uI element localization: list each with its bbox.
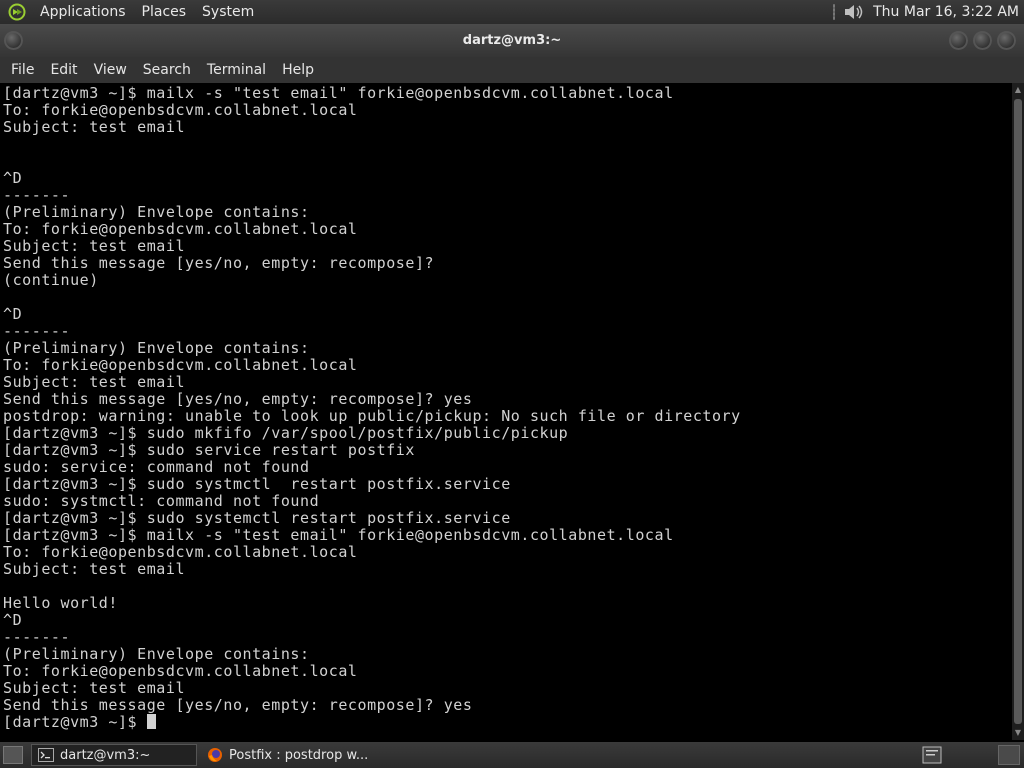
terminal-line: To: forkie@openbsdcvm.collabnet.local (3, 220, 358, 238)
terminal-line: ^D (3, 169, 23, 187)
terminal-line: (Preliminary) Envelope contains: (3, 203, 310, 221)
terminal-scrollbar[interactable]: ▲ ▼ (1012, 83, 1024, 740)
terminal-line: [dartz@vm3 ~]$ sudo systemctl restart po… (3, 509, 511, 527)
top-panel: Applications Places System Thu Mar 16, 3… (0, 0, 1024, 24)
terminal-line: (continue) (3, 271, 99, 289)
terminal-output[interactable]: [dartz@vm3 ~]$ mailx -s "test email" for… (0, 83, 1012, 740)
taskbar-item-terminal[interactable]: dartz@vm3:~ (31, 744, 197, 766)
notification-icon[interactable] (922, 746, 942, 764)
terminal-line: Subject: test email (3, 237, 186, 255)
taskbar-item-label: dartz@vm3:~ (60, 747, 151, 763)
terminal-line: Subject: test email (3, 560, 186, 578)
panel-handle[interactable] (833, 4, 836, 20)
terminal-line: Send this message [yes/no, empty: recomp… (3, 390, 473, 408)
panel-clock[interactable]: Thu Mar 16, 3:22 AM (873, 4, 1024, 20)
firefox-icon (207, 747, 223, 763)
terminal-line: [dartz@vm3 ~]$ sudo service restart post… (3, 441, 415, 459)
terminal-line: Subject: test email (3, 679, 186, 697)
terminal-cursor (146, 714, 156, 729)
maximize-button[interactable] (973, 31, 992, 50)
bottom-panel: dartz@vm3:~ Postfix : postdrop w... (0, 742, 1024, 768)
terminal-line: To: forkie@openbsdcvm.collabnet.local (3, 543, 358, 561)
terminal-line: (Preliminary) Envelope contains: (3, 645, 310, 663)
window-title: dartz@vm3:~ (462, 33, 562, 48)
minimize-button[interactable] (949, 31, 968, 50)
distro-logo-icon[interactable] (8, 3, 26, 21)
terminal-line: [dartz@vm3 ~]$ mailx -s "test email" for… (3, 84, 674, 102)
scrollbar-thumb[interactable] (1014, 99, 1022, 724)
terminal-line: [dartz@vm3 ~]$ (3, 714, 1012, 731)
window-titlebar[interactable]: dartz@vm3:~ (0, 24, 1024, 57)
scroll-up-icon[interactable]: ▲ (1013, 85, 1023, 95)
close-button[interactable] (997, 31, 1016, 50)
terminal-line: ------- (3, 322, 71, 340)
menu-file[interactable]: File (3, 57, 42, 83)
terminal-line: (Preliminary) Envelope contains: (3, 339, 310, 357)
window-menu-button[interactable] (4, 31, 23, 50)
terminal-line: postdrop: warning: unable to look up pub… (3, 407, 741, 425)
terminal-line: To: forkie@openbsdcvm.collabnet.local (3, 662, 358, 680)
terminal-line: Send this message [yes/no, empty: recomp… (3, 254, 435, 272)
volume-icon[interactable] (843, 2, 865, 22)
panel-menu: Applications Places System (0, 0, 262, 24)
menu-view[interactable]: View (86, 57, 135, 83)
menu-help[interactable]: Help (274, 57, 322, 83)
scroll-down-icon[interactable]: ▼ (1013, 728, 1023, 738)
terminal-line: [dartz@vm3 ~]$ sudo mkfifo /var/spool/po… (3, 424, 569, 442)
terminal-line: sudo: systmctl: command not found (3, 492, 320, 510)
terminal-line: Hello world! (3, 594, 118, 612)
taskbar-item-firefox[interactable]: Postfix : postdrop w... (201, 744, 401, 766)
terminal-line: ^D (3, 305, 23, 323)
terminal-line: Subject: test email (3, 373, 186, 391)
terminal-line: sudo: service: command not found (3, 458, 310, 476)
terminal-line: To: forkie@openbsdcvm.collabnet.local (3, 356, 358, 374)
workspace-switcher-icon[interactable] (998, 745, 1020, 765)
terminal-icon (38, 747, 54, 763)
show-desktop-icon[interactable] (3, 746, 23, 764)
menu-system[interactable]: System (194, 0, 262, 24)
menu-edit[interactable]: Edit (42, 57, 85, 83)
terminal-line: ------- (3, 186, 71, 204)
terminal-line: ------- (3, 628, 71, 646)
menu-terminal[interactable]: Terminal (199, 57, 274, 83)
terminal-line: ^D (3, 611, 23, 629)
terminal-menubar: File Edit View Search Terminal Help (0, 57, 1024, 83)
taskbar-item-label: Postfix : postdrop w... (229, 747, 369, 763)
menu-search[interactable]: Search (135, 57, 199, 83)
terminal-line: Send this message [yes/no, empty: recomp… (3, 696, 473, 714)
menu-applications[interactable]: Applications (32, 0, 134, 24)
terminal-line: [dartz@vm3 ~]$ sudo systmctl restart pos… (3, 475, 511, 493)
menu-places[interactable]: Places (134, 0, 195, 24)
terminal-line: To: forkie@openbsdcvm.collabnet.local (3, 101, 358, 119)
terminal-line: [dartz@vm3 ~]$ mailx -s "test email" for… (3, 526, 674, 544)
terminal-line: Subject: test email (3, 118, 186, 136)
